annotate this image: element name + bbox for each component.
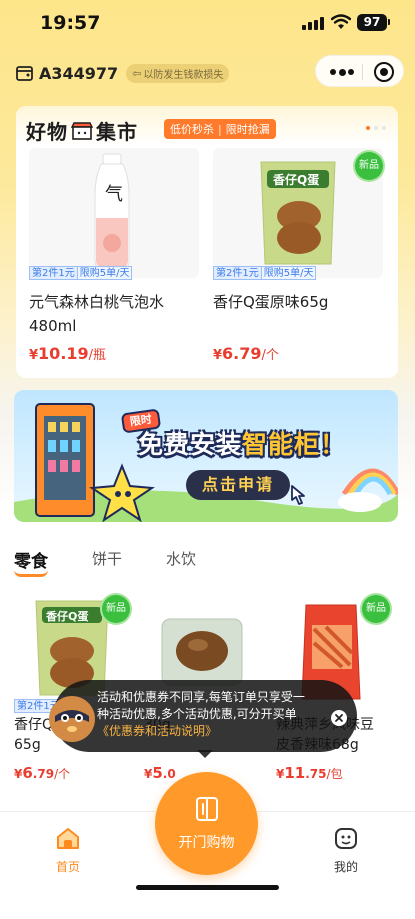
product-price: ¥6.79/个 (14, 763, 70, 782)
apply-button[interactable]: 点击申请 (186, 470, 290, 500)
price-unit: /瓶 (88, 348, 107, 363)
tooltip-text: 活动和优惠券不同享,每笔订单只享受一 种活动优惠,多个活动优惠,可分开买单 《优… (97, 689, 323, 740)
door-icon (196, 797, 218, 821)
banner-title-part1: 免费安装 (138, 430, 243, 459)
currency-symbol: ¥ (29, 348, 39, 363)
tooltip-link[interactable]: 《优惠券和活动说明》 (97, 723, 323, 740)
price-dec: .0 (162, 767, 176, 781)
profile-icon (335, 828, 357, 849)
price-int: 6 (22, 764, 33, 782)
mini-program-capsule (315, 55, 404, 87)
deal-item[interactable]: 气 第2件1元 限购5单/天 元气森林白桃气泡水480ml ¥10.19/瓶 (29, 148, 199, 374)
mascot-icon (49, 696, 95, 742)
promo-tooltip: 活动和优惠券不同享,每笔订单只享受一 种活动优惠,多个活动优惠,可分开买单 《优… (49, 680, 357, 758)
tab-drinks[interactable]: 水饮 (166, 548, 196, 569)
capsule-divider (362, 64, 363, 80)
promo-banner[interactable]: 限时 免费安装智能柜！ 点击申请 (14, 390, 398, 522)
price-unit: /个 (261, 348, 279, 363)
deals-title-part2: 集市 (96, 120, 138, 144)
price-dec: .75 (305, 767, 327, 781)
more-icon[interactable] (330, 68, 354, 76)
deal-price: ¥6.79/个 (213, 344, 279, 363)
home-icon (57, 828, 79, 849)
deals-tag: 低价秒杀 | 限时抢漏 (164, 119, 276, 139)
deals-tag-right: 限时抢漏 (225, 123, 270, 136)
bottle-icon: 气 (94, 153, 130, 271)
tab-biscuits[interactable]: 饼干 (92, 548, 122, 569)
price-value: 10.19 (38, 344, 89, 363)
new-badge: 新品 (355, 152, 383, 180)
battery-nub (388, 19, 390, 25)
open-door-button[interactable]: 开门购物 (155, 772, 258, 875)
price-dec: .79 (32, 767, 55, 781)
status-bar: 19:57 97 (0, 0, 415, 46)
nav-mine-label: 我的 (333, 860, 358, 874)
deals-card: 好物 集市 低价秒杀 | 限时抢漏 气 第2件1元 限购5单/天 元气森林白桃气… (16, 106, 398, 378)
open-door-label: 开门购物 (178, 835, 235, 851)
price-int: 11 (284, 764, 306, 782)
nav-home[interactable]: 首页 (48, 826, 88, 875)
deal-name: 香仔Q蛋原味65g (213, 293, 329, 311)
deal-badges: 第2件1元 限购5单/天 (29, 266, 133, 280)
deal-item[interactable]: 香仔Q蛋 第2件1元 限购5单/天 香仔Q蛋原味65g ¥6.79/个 新品 (213, 148, 383, 374)
svg-text:香仔Q蛋: 香仔Q蛋 (272, 172, 319, 187)
tab-snacks[interactable]: 零食 (14, 547, 48, 572)
banner-title-part2: 智能柜！ (242, 430, 347, 459)
stall-icon (70, 121, 94, 140)
tooltip-line2: 种活动优惠,多个活动优惠,可分开买单 (97, 707, 297, 721)
status-time: 19:57 (40, 12, 101, 34)
carousel-dots (366, 126, 392, 130)
tooltip-line1: 活动和优惠券不同享,每笔订单只享受一 (97, 690, 305, 704)
deal-badges: 第2件1元 限购5单/天 (213, 266, 317, 280)
product-price: ¥5.0 (144, 763, 176, 782)
left-arrow-icon: ⇦ (132, 66, 142, 80)
deals-title: 好物 集市 (26, 116, 138, 145)
battery-level: 97 (363, 15, 381, 29)
close-icon[interactable] (331, 710, 347, 726)
anti-lose-pill[interactable]: ⇦ 以防发生钱款损失 (126, 63, 230, 83)
price-unit: /包 (326, 767, 343, 781)
new-badge: 新品 (362, 595, 390, 623)
promo-badge: 第2件1元 (29, 266, 78, 280)
wifi-icon (331, 14, 351, 29)
close-target-icon[interactable] (374, 62, 394, 82)
limit-badge: 限购5单/天 (77, 266, 133, 280)
cursor-hand-icon (291, 485, 305, 505)
home-indicator (136, 885, 279, 890)
deal-name: 元气森林白桃气泡水480ml (29, 293, 165, 335)
price-unit: /个 (54, 767, 71, 781)
product-price: ¥11.75/包 (276, 763, 343, 782)
promo-badge: 第2件1元 (213, 266, 262, 280)
price-value: 6.79 (222, 344, 262, 363)
anti-lose-hint: 以防发生钱款损失 (143, 69, 224, 81)
deals-title-part1: 好物 (26, 120, 68, 144)
banner-title: 免费安装智能柜！ (138, 425, 346, 461)
new-badge: 新品 (102, 595, 130, 623)
currency-symbol: ¥ (213, 348, 223, 363)
svg-text:香仔Q蛋: 香仔Q蛋 (45, 609, 89, 623)
product-image: 气 (29, 148, 199, 278)
tooltip-arrow (197, 750, 213, 758)
battery-icon: 97 (357, 14, 387, 31)
signal-icon (302, 17, 324, 30)
svg-text:气: 气 (105, 184, 123, 205)
price-int: 5 (152, 764, 163, 782)
deals-tag-left: 低价秒杀 (170, 123, 214, 136)
store-icon (16, 66, 33, 81)
nav-mine[interactable]: 我的 (326, 826, 366, 875)
store-row[interactable]: A344977 ⇦ 以防发生钱款损失 (16, 62, 230, 84)
store-code: A344977 (39, 63, 119, 83)
deal-price: ¥10.19/瓶 (29, 344, 106, 363)
nav-home-label: 首页 (55, 860, 80, 874)
limit-badge: 限购5单/天 (261, 266, 317, 280)
